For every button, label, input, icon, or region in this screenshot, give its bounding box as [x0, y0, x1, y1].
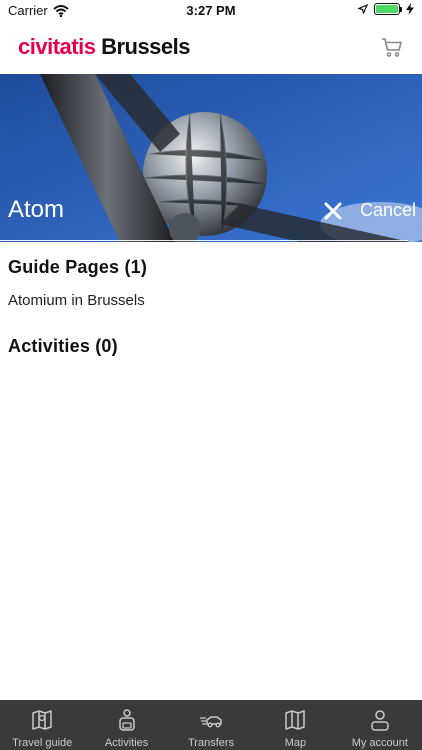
- cancel-button[interactable]: Cancel: [360, 200, 416, 221]
- map-book-icon: [32, 710, 52, 730]
- tab-label: Map: [284, 737, 307, 749]
- charging-bolt-icon: [406, 3, 414, 15]
- location-arrow-icon: [358, 4, 368, 14]
- nav-bar: civitatis Brussels: [0, 22, 422, 74]
- tab-label: My account: [351, 737, 408, 749]
- tab-bar: Travel guide Activities Transfers Map My…: [0, 700, 422, 750]
- search-underline: [0, 240, 408, 241]
- clear-icon[interactable]: [322, 200, 344, 222]
- backpack-icon: [118, 709, 135, 731]
- status-right: [358, 3, 414, 15]
- tab-map[interactable]: Map: [253, 700, 337, 750]
- tab-transfers[interactable]: Transfers: [169, 700, 253, 750]
- tab-travel-guide[interactable]: Travel guide: [0, 700, 84, 750]
- cart-icon[interactable]: [380, 35, 404, 59]
- guide-page-result[interactable]: Atomium in Brussels: [8, 292, 145, 309]
- user-icon: [371, 710, 389, 731]
- app-logo[interactable]: civitatis Brussels: [18, 34, 191, 60]
- search-hero: Cancel: [0, 74, 422, 242]
- tab-label: Travel guide: [12, 737, 73, 749]
- search-input[interactable]: [8, 192, 298, 228]
- activities-heading: Activities (0): [8, 336, 118, 356]
- tab-label: Activities: [104, 737, 149, 749]
- tab-label: Transfers: [187, 737, 235, 749]
- brand-name: civitatis: [18, 34, 96, 59]
- tab-activities[interactable]: Activities: [84, 700, 168, 750]
- transfer-car-icon: [200, 716, 222, 728]
- battery-icon: [374, 3, 402, 15]
- tab-my-account[interactable]: My account: [338, 700, 422, 750]
- map-icon: [285, 710, 306, 730]
- city-name: Brussels: [101, 34, 191, 59]
- guide-pages-heading: Guide Pages (1): [8, 257, 148, 277]
- status-bar: Carrier 3:27 PM: [0, 0, 422, 22]
